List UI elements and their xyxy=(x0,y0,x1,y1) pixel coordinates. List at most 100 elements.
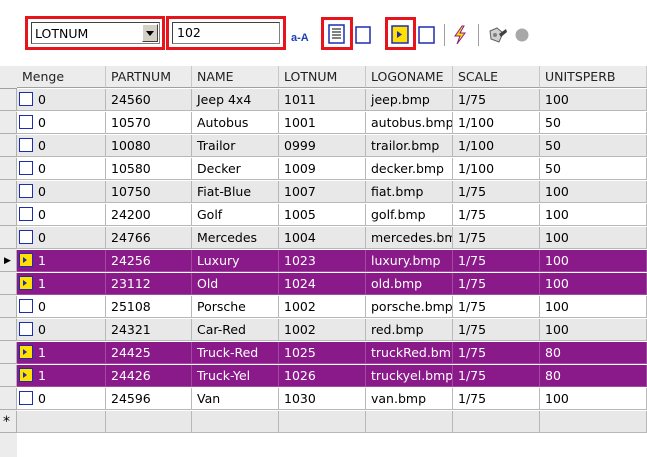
lightning-icon[interactable] xyxy=(452,25,468,45)
row-indicator[interactable] xyxy=(0,227,17,249)
column-header-lotnum[interactable]: LOTNUM xyxy=(279,66,366,88)
field-select[interactable]: LOTNUM xyxy=(31,22,160,44)
row-indicator[interactable] xyxy=(0,273,17,295)
new-row[interactable] xyxy=(17,411,647,434)
name-cell[interactable]: Jeep 4x4 xyxy=(192,89,279,111)
menge-cell[interactable]: 0 xyxy=(17,319,106,341)
checkbox-icon[interactable] xyxy=(355,26,371,44)
scale-cell[interactable]: 1/75 xyxy=(453,181,540,203)
checkbox-icon[interactable] xyxy=(418,26,435,44)
new-row-indicator[interactable]: * xyxy=(0,411,17,433)
new-row-cell[interactable] xyxy=(540,411,647,433)
logoname-cell[interactable]: truckRed.bm xyxy=(366,342,453,364)
logoname-cell[interactable]: mercedes.bm xyxy=(366,227,453,249)
scale-cell[interactable]: 1/75 xyxy=(453,250,540,272)
name-cell[interactable]: Car-Red xyxy=(192,319,279,341)
table-row[interactable]: 0 25108 Porsche 1002 porsche.bmp 1/75 100 xyxy=(17,296,647,319)
scale-cell[interactable]: 1/75 xyxy=(453,365,540,387)
name-cell[interactable]: Golf xyxy=(192,204,279,226)
unitsperb-cell[interactable]: 100 xyxy=(540,388,647,410)
unitsperb-cell[interactable]: 100 xyxy=(540,89,647,111)
lotnum-cell[interactable]: 1002 xyxy=(279,319,366,341)
partnum-cell[interactable]: 10580 xyxy=(106,158,192,180)
row-indicator[interactable]: ▶ xyxy=(0,250,17,272)
table-row[interactable]: 0 24596 Van 1030 van.bmp 1/75 100 xyxy=(17,388,647,411)
scale-cell[interactable]: 1/75 xyxy=(453,388,540,410)
table-row[interactable]: 0 24766 Mercedes 1004 mercedes.bm 1/75 100 xyxy=(17,227,647,250)
row-checkbox[interactable] xyxy=(19,207,33,221)
lotnum-cell[interactable]: 1005 xyxy=(279,204,366,226)
name-cell[interactable]: Porsche xyxy=(192,296,279,318)
partnum-cell[interactable]: 25108 xyxy=(106,296,192,318)
logoname-cell[interactable]: trailor.bmp xyxy=(366,135,453,157)
scale-cell[interactable]: 1/75 xyxy=(453,227,540,249)
row-indicator[interactable] xyxy=(0,365,17,387)
table-row[interactable]: 1 23112 Old 1024 old.bmp 1/75 100 xyxy=(17,273,647,296)
column-header-logoname[interactable]: LOGONAME xyxy=(366,66,453,88)
sort-az-icon[interactable]: a-A xyxy=(291,26,313,46)
name-cell[interactable]: Autobus xyxy=(192,112,279,134)
unitsperb-cell[interactable]: 50 xyxy=(540,112,647,134)
partnum-cell[interactable]: 10080 xyxy=(106,135,192,157)
row-indicator[interactable] xyxy=(0,181,17,203)
row-checkbox[interactable] xyxy=(19,115,33,129)
row-checkbox[interactable] xyxy=(19,184,33,198)
table-row[interactable]: 0 10580 Decker 1009 decker.bmp 1/100 50 xyxy=(17,158,647,181)
unitsperb-cell[interactable]: 100 xyxy=(540,204,647,226)
lotnum-cell[interactable]: 1004 xyxy=(279,227,366,249)
unitsperb-cell[interactable]: 50 xyxy=(540,135,647,157)
menge-cell[interactable]: 0 xyxy=(17,135,106,157)
partnum-cell[interactable]: 24596 xyxy=(106,388,192,410)
new-row-cell[interactable] xyxy=(17,411,106,433)
search-input[interactable] xyxy=(173,23,277,41)
unitsperb-cell[interactable]: 80 xyxy=(540,365,647,387)
partnum-cell[interactable]: 10750 xyxy=(106,181,192,203)
name-cell[interactable]: Luxury xyxy=(192,250,279,272)
lotnum-cell[interactable]: 1025 xyxy=(279,342,366,364)
chevron-down-icon[interactable] xyxy=(142,24,158,42)
scale-cell[interactable]: 1/75 xyxy=(453,273,540,295)
detail-view-icon[interactable] xyxy=(328,24,346,44)
menge-cell[interactable]: 1 xyxy=(17,365,106,387)
partnum-cell[interactable]: 24766 xyxy=(106,227,192,249)
partnum-cell[interactable]: 24560 xyxy=(106,89,192,111)
unitsperb-cell[interactable]: 50 xyxy=(540,158,647,180)
selected-filter-icon[interactable] xyxy=(391,25,409,44)
name-cell[interactable]: Trailor xyxy=(192,135,279,157)
lotnum-cell[interactable]: 1024 xyxy=(279,273,366,295)
row-checkbox[interactable] xyxy=(19,138,33,152)
logoname-cell[interactable]: jeep.bmp xyxy=(366,89,453,111)
scale-cell[interactable]: 1/75 xyxy=(453,319,540,341)
row-indicator[interactable] xyxy=(0,342,17,364)
name-cell[interactable]: Van xyxy=(192,388,279,410)
logoname-cell[interactable]: decker.bmp xyxy=(366,158,453,180)
logoname-cell[interactable]: van.bmp xyxy=(366,388,453,410)
row-checkbox-checked[interactable] xyxy=(19,368,33,382)
row-checkbox[interactable] xyxy=(19,161,33,175)
menge-cell[interactable]: 0 xyxy=(17,296,106,318)
partnum-cell[interactable]: 23112 xyxy=(106,273,192,295)
row-indicator[interactable] xyxy=(0,319,17,341)
row-checkbox[interactable] xyxy=(19,322,33,336)
name-cell[interactable]: Old xyxy=(192,273,279,295)
scale-cell[interactable]: 1/100 xyxy=(453,158,540,180)
row-indicator[interactable] xyxy=(0,204,17,226)
new-row-cell[interactable] xyxy=(192,411,279,433)
table-row[interactable]: 1 24425 Truck-Red 1025 truckRed.bm 1/75 80 xyxy=(17,342,647,365)
lotnum-cell[interactable]: 1007 xyxy=(279,181,366,203)
logoname-cell[interactable]: truckyel.bmp xyxy=(366,365,453,387)
partnum-cell[interactable]: 10570 xyxy=(106,112,192,134)
name-cell[interactable]: Mercedes xyxy=(192,227,279,249)
row-indicator[interactable] xyxy=(0,89,17,111)
lotnum-cell[interactable]: 1002 xyxy=(279,296,366,318)
column-header-menge[interactable]: Menge xyxy=(17,66,106,88)
scale-cell[interactable]: 1/75 xyxy=(453,89,540,111)
partnum-cell[interactable]: 24425 xyxy=(106,342,192,364)
unitsperb-cell[interactable]: 100 xyxy=(540,296,647,318)
table-row[interactable]: 1 24426 Truck-Yel 1026 truckyel.bmp 1/75 80 xyxy=(17,365,647,388)
lotnum-cell[interactable]: 1026 xyxy=(279,365,366,387)
new-row-cell[interactable] xyxy=(366,411,453,433)
row-indicator[interactable] xyxy=(0,158,17,180)
name-cell[interactable]: Truck-Yel xyxy=(192,365,279,387)
lotnum-cell[interactable]: 1023 xyxy=(279,250,366,272)
